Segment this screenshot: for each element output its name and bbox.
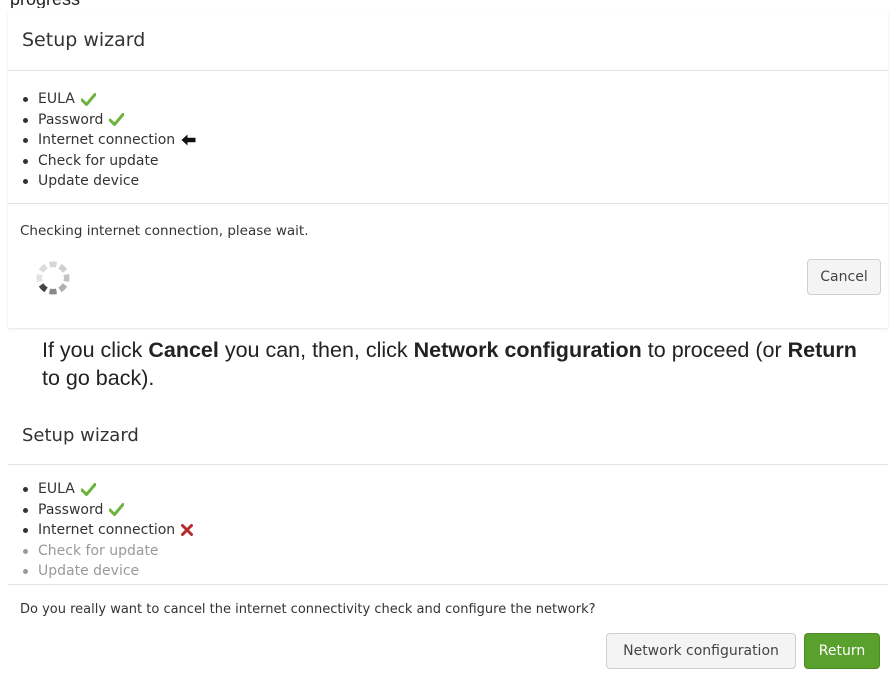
bullet-icon xyxy=(23,528,28,533)
step-item-check-for-update: Check for update xyxy=(8,151,888,172)
instruction-text-part: to proceed (or xyxy=(641,338,788,362)
instruction-cancel-emphasis: Cancel xyxy=(148,338,219,362)
step-item-eula: EULA xyxy=(8,89,888,110)
bullet-icon xyxy=(23,487,28,492)
step-label: Password xyxy=(38,111,104,128)
step-item-password: Password xyxy=(8,500,888,521)
panel-title: Setup wizard xyxy=(8,10,888,71)
panel-title: Setup wizard xyxy=(8,407,888,465)
bullet-icon xyxy=(23,138,28,143)
confirm-message: Do you really want to cancel the interne… xyxy=(20,602,596,617)
network-configuration-button[interactable]: Network configuration xyxy=(606,633,796,669)
step-label: Internet connection xyxy=(38,132,176,148)
bullet-icon xyxy=(23,97,28,102)
bullet-icon xyxy=(23,548,28,554)
step-item-check-for-update: Check for update xyxy=(8,541,888,562)
step-item-update-device: Update device xyxy=(8,561,888,582)
arrow-left-icon xyxy=(181,134,196,146)
step-label: Update device xyxy=(38,563,140,579)
step-item-eula: EULA xyxy=(8,479,888,500)
bullet-icon xyxy=(23,117,28,123)
step-item-internet-connection: Internet connection xyxy=(8,130,888,151)
cross-icon xyxy=(181,524,194,537)
instruction-text-part: If you click xyxy=(42,338,149,362)
check-icon xyxy=(80,92,96,106)
bullet-icon xyxy=(23,507,28,513)
divider xyxy=(8,584,888,585)
check-icon xyxy=(109,113,125,127)
check-icon xyxy=(80,482,96,496)
step-list: EULA Password Internet connection Check … xyxy=(8,465,888,582)
instruction-text-part: you can, then, click xyxy=(218,338,414,362)
step-label: Check for update xyxy=(38,542,159,559)
step-label: Password xyxy=(38,501,104,518)
step-list: EULA Password Internet connection Check … xyxy=(8,71,888,192)
instruction-network-emphasis: Network configuration xyxy=(413,338,642,362)
divider xyxy=(8,203,888,204)
step-item-password: Password xyxy=(8,110,888,131)
step-label: Check for update xyxy=(38,152,159,169)
step-label: EULA xyxy=(38,91,75,107)
bullet-icon xyxy=(23,179,28,184)
cropped-text-fragment: progress xyxy=(0,0,100,8)
instruction-return-emphasis: Return xyxy=(787,338,857,362)
step-item-internet-connection: Internet connection xyxy=(8,520,888,541)
instruction-text-part: to go back). xyxy=(42,366,155,390)
instruction-text: If you click Cancel you can, then, click… xyxy=(42,336,862,392)
step-label: EULA xyxy=(38,481,75,497)
step-item-update-device: Update device xyxy=(8,171,888,192)
cancel-button[interactable]: Cancel xyxy=(807,259,881,295)
bullet-icon xyxy=(23,569,28,574)
bullet-icon xyxy=(23,158,28,164)
spinner-icon xyxy=(36,261,70,295)
step-label: Update device xyxy=(38,173,140,189)
return-button[interactable]: Return xyxy=(804,633,880,669)
step-label: Internet connection xyxy=(38,522,176,538)
check-icon xyxy=(109,503,125,517)
setup-wizard-panel-checking: Setup wizard EULA Password Internet conn… xyxy=(8,10,888,328)
setup-wizard-panel-confirm: Setup wizard EULA Password Internet conn… xyxy=(8,407,888,669)
status-message: Checking internet connection, please wai… xyxy=(20,223,309,239)
